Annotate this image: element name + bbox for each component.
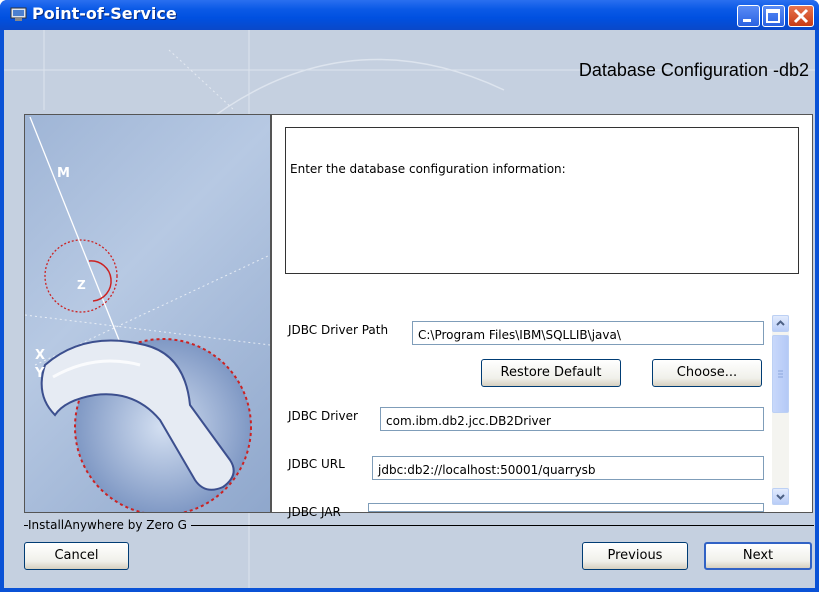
maximize-icon xyxy=(766,9,780,23)
previous-button[interactable]: Previous xyxy=(582,542,688,570)
choose-button[interactable]: Choose... xyxy=(652,359,762,387)
restore-default-button[interactable]: Restore Default xyxy=(481,359,621,387)
cancel-button[interactable]: Cancel xyxy=(24,542,129,570)
minimize-icon xyxy=(743,19,751,22)
chevron-down-icon xyxy=(776,494,785,500)
page-heading: Database Configuration -db2 xyxy=(578,60,809,80)
driver-input[interactable]: com.ibm.db2.jcc.DB2Driver xyxy=(380,407,764,431)
window-title: Point-of-Service xyxy=(32,4,177,23)
maximize-button[interactable] xyxy=(762,5,785,27)
installer-branding: InstallAnywhere by Zero G xyxy=(28,518,191,532)
wrench-illustration: M Z X Y xyxy=(25,116,270,512)
driver-path-label: JDBC Driver Path xyxy=(288,323,389,337)
side-illustration: M Z X Y xyxy=(24,114,271,513)
installer-window: Point-of-Service Database Configuration … xyxy=(0,0,819,592)
close-button[interactable] xyxy=(788,5,814,27)
url-label: JDBC URL xyxy=(288,457,345,471)
axis-letter-x: X xyxy=(35,348,45,363)
scroll-thumb[interactable] xyxy=(772,335,789,413)
driver-path-input[interactable]: C:\Program Files\IBM\SQLLIB\java\ xyxy=(412,321,764,345)
axis-letter-m: M xyxy=(57,166,70,181)
instruction-text: Enter the database configuration informa… xyxy=(290,162,566,176)
url-input[interactable]: jdbc:db2://localhost:50001/quarrysb xyxy=(372,456,764,480)
form-scrollbar[interactable] xyxy=(772,315,789,505)
jar-input[interactable]: db2icc.iar xyxy=(368,503,764,512)
axis-letter-y: Y xyxy=(34,366,45,381)
instruction-box: Enter the database configuration informa… xyxy=(285,127,799,274)
installer-body: Database Configuration -db2 M Z X Y Ente… xyxy=(4,30,815,588)
jar-label: JDBC JAR xyxy=(288,505,341,519)
app-icon xyxy=(10,7,27,21)
next-button[interactable]: Next xyxy=(704,542,812,570)
driver-label: JDBC Driver xyxy=(288,409,358,423)
title-bar[interactable]: Point-of-Service xyxy=(0,0,819,30)
axis-letter-z: Z xyxy=(77,278,86,292)
close-icon xyxy=(793,8,809,24)
form-panel: Enter the database configuration informa… xyxy=(271,114,813,519)
scroll-down-button[interactable] xyxy=(772,488,789,505)
chevron-up-icon xyxy=(776,320,785,326)
scroll-up-button[interactable] xyxy=(772,315,789,332)
minimize-button[interactable] xyxy=(737,5,760,27)
grip-icon xyxy=(778,370,783,378)
